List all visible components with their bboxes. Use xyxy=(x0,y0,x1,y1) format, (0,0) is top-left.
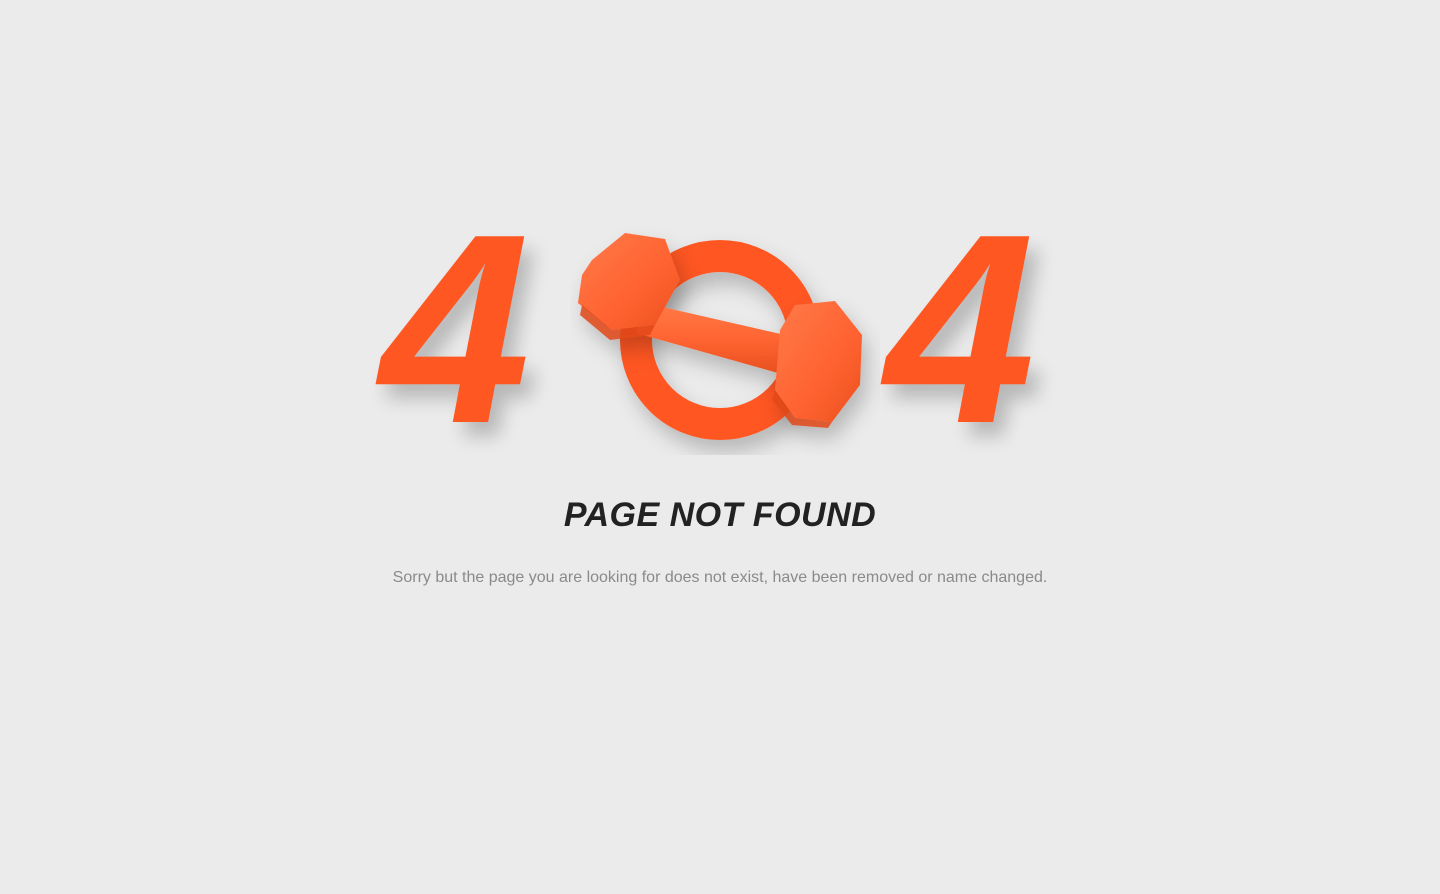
error-page: 4 4 PAGE NOT FOUND Sorry but the page yo… xyxy=(0,0,1440,894)
error-message: Sorry but the page you are looking for d… xyxy=(392,569,1048,586)
error-code-404: 4 4 xyxy=(380,179,1060,480)
error-digit-left: 4 xyxy=(380,179,531,480)
page-title: PAGE NOT FOUND xyxy=(563,496,877,534)
error-digit-right: 4 xyxy=(885,179,1036,480)
dumbbell-in-ring-icon xyxy=(578,233,862,440)
